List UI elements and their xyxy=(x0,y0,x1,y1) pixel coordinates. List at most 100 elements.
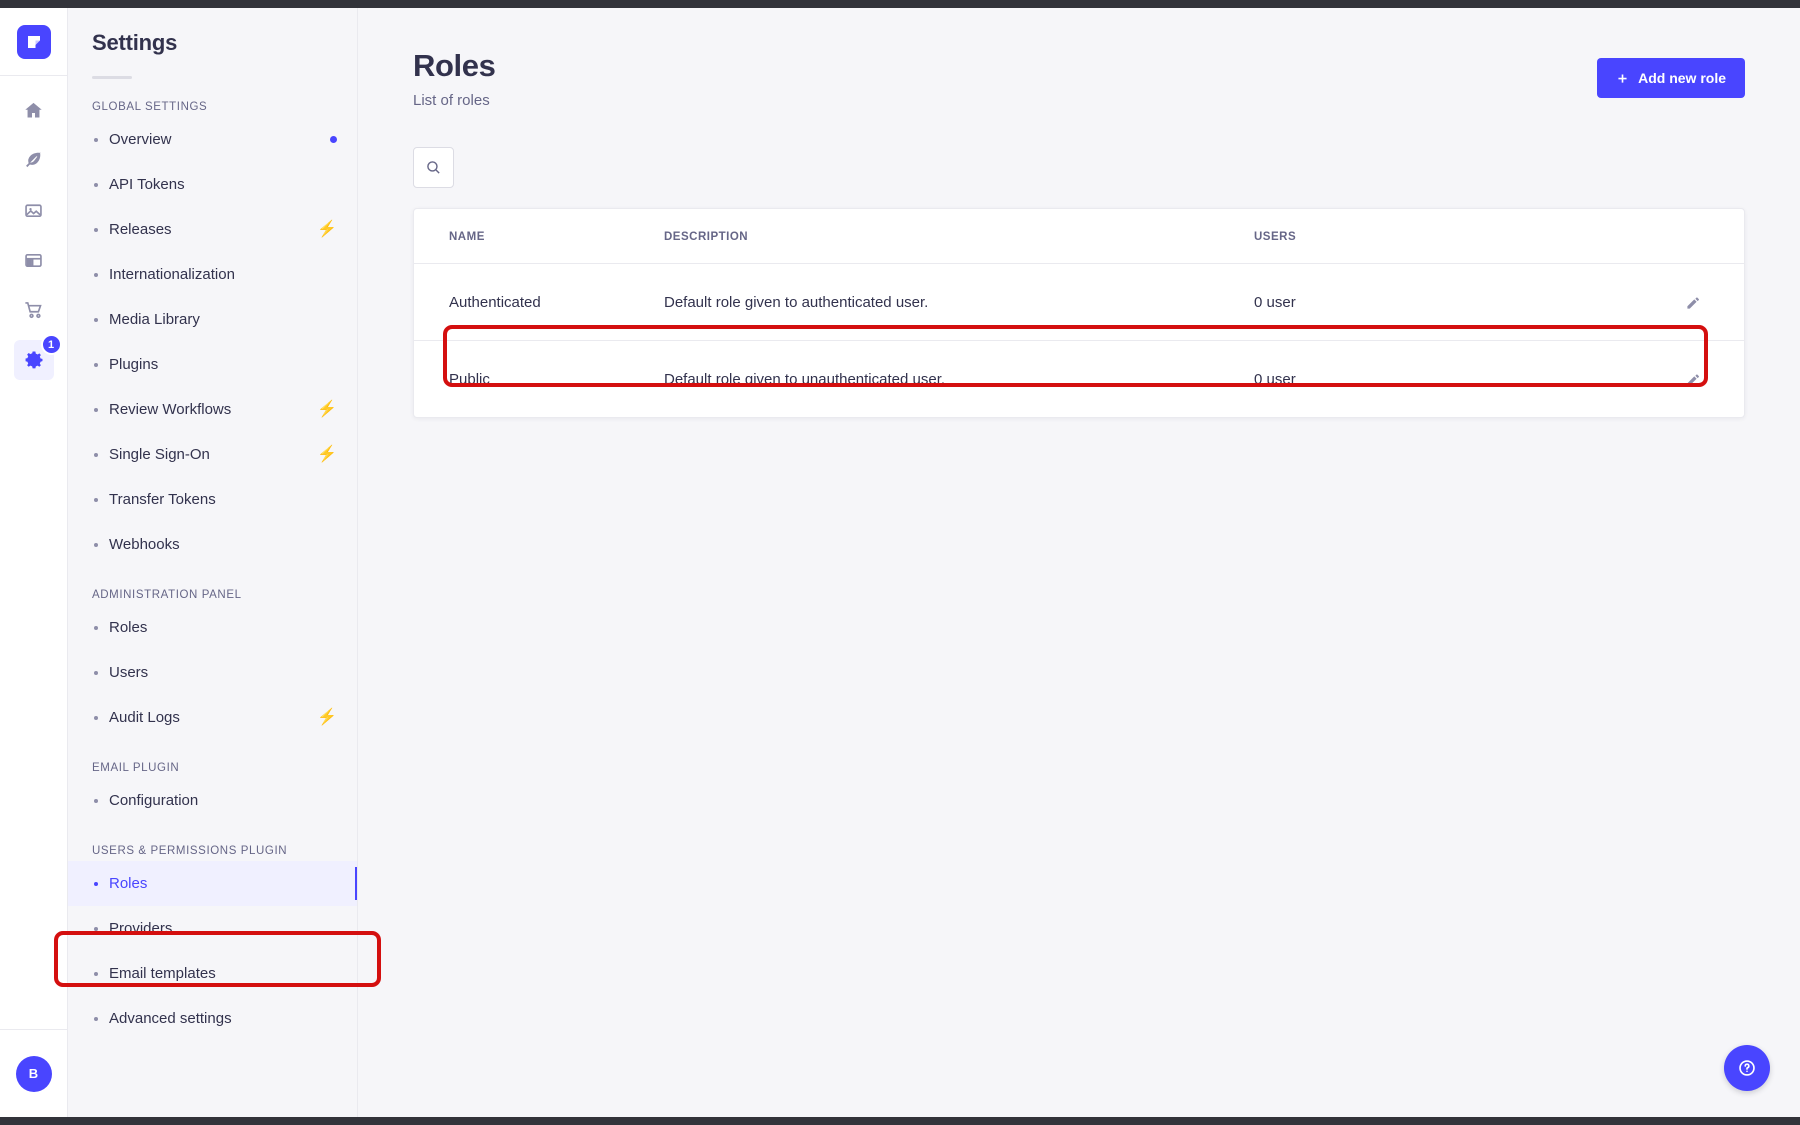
bullet-icon xyxy=(94,362,98,367)
sidebar-item-plugins[interactable]: Plugins xyxy=(68,342,357,387)
role-name-cell: Public xyxy=(449,370,490,388)
bullet-icon xyxy=(94,497,98,502)
home-icon xyxy=(25,102,42,117)
sidebar-item-transfer-tokens[interactable]: Transfer Tokens xyxy=(68,477,357,522)
search-button[interactable] xyxy=(413,147,454,188)
sidebar-item-label: Transfer Tokens xyxy=(109,491,216,508)
sidebar-item-users[interactable]: Users xyxy=(68,650,357,695)
col-header-name: NAME xyxy=(414,209,664,264)
sidebar-section: ADMINISTRATION PANEL Roles Users Audit Logs… xyxy=(68,589,357,740)
sidebar-item-webhooks[interactable]: Webhooks xyxy=(68,522,357,567)
add-new-role-button[interactable]: Add new role xyxy=(1597,58,1745,98)
role-users-cell: 0 user xyxy=(1254,263,1584,341)
page-header: Roles List of roles Add new role xyxy=(413,48,1745,109)
bullet-icon xyxy=(94,407,98,412)
sidebar-item-media-library[interactable]: Media Library xyxy=(68,297,357,342)
sidebar-item-overview[interactable]: Overview xyxy=(68,117,357,162)
nav-marketplace[interactable] xyxy=(14,290,54,330)
sidebar-item-label: Internationalization xyxy=(109,266,235,283)
app-logo[interactable] xyxy=(0,8,67,76)
image-icon xyxy=(25,203,42,217)
col-header-actions xyxy=(1584,209,1744,264)
role-actions-cell xyxy=(1584,263,1744,341)
col-header-description: DESCRIPTION xyxy=(664,209,1254,264)
pencil-edit-icon[interactable] xyxy=(1680,366,1706,392)
sidebar-title: Settings xyxy=(92,30,178,55)
roles-table: NAME DESCRIPTION USERS Authenticated Defa… xyxy=(414,209,1744,417)
col-header-users: USERS xyxy=(1254,209,1584,264)
bullet-icon xyxy=(94,182,98,187)
sidebar-item-label: Plugins xyxy=(109,356,159,373)
avatar[interactable]: B xyxy=(15,1055,52,1092)
sidebar-item-label: Audit Logs xyxy=(109,709,180,726)
page-title: Roles xyxy=(413,48,496,83)
lightning-bolt-icon: ⚡ xyxy=(317,400,337,418)
page-subtitle: List of roles xyxy=(413,92,490,109)
sidebar-section-label: USERS & PERMISSIONS PLUGIN xyxy=(92,845,288,857)
sidebar-item-label: Configuration xyxy=(109,792,199,809)
sidebar-header: Settings xyxy=(68,8,357,79)
table-row[interactable]: Public Default role given to unauthentica… xyxy=(414,341,1744,418)
search-icon xyxy=(427,161,440,174)
sidebar-item-label: Roles xyxy=(109,875,148,892)
shopping-cart-icon xyxy=(24,302,42,319)
nav-settings[interactable]: 1 xyxy=(13,334,62,380)
pencil-edit-icon[interactable] xyxy=(1680,289,1706,315)
sidebar-item-roles[interactable]: Roles xyxy=(68,605,357,650)
sidebar-item-configuration[interactable]: Configuration xyxy=(68,778,357,823)
bullet-icon xyxy=(94,452,98,457)
add-new-role-label: Add new role xyxy=(1638,70,1726,86)
sidebar-item-label: Providers xyxy=(109,920,173,937)
page-header-text: Roles List of roles xyxy=(413,48,496,109)
sidebar-item-label: Overview xyxy=(109,131,172,148)
sidebar-item-label: Email templates xyxy=(109,965,216,982)
help-button[interactable] xyxy=(1724,1045,1770,1091)
nav-content-manager[interactable] xyxy=(14,140,54,180)
rail-items: 1 xyxy=(0,76,67,380)
table-head: NAME DESCRIPTION USERS xyxy=(414,209,1744,264)
bullet-icon xyxy=(94,1016,98,1021)
bullet-icon xyxy=(94,715,98,720)
sidebar-item-label: Roles xyxy=(109,619,148,636)
role-name-cell: Authenticated xyxy=(414,263,664,341)
sidebar-item-label: Users xyxy=(109,664,149,681)
bullet-icon xyxy=(94,272,98,277)
sidebar-item-email-templates[interactable]: Email templates xyxy=(68,951,357,996)
bullet-icon xyxy=(94,542,98,547)
sidebar-item-label: Webhooks xyxy=(109,536,180,553)
bullet-icon xyxy=(94,317,98,322)
table-row[interactable]: Authenticated Default role given to authe… xyxy=(414,263,1744,341)
table-header-row: NAME DESCRIPTION USERS xyxy=(414,209,1744,264)
bullet-icon xyxy=(94,670,98,675)
role-users-cell: 0 user xyxy=(1254,370,1296,388)
sidebar-section-label: GLOBAL SETTINGS xyxy=(92,101,208,113)
sidebar-section-label: ADMINISTRATION PANEL xyxy=(92,589,242,601)
sidebar-item-advanced-settings[interactable]: Advanced settings xyxy=(68,996,357,1041)
sidebar-item-review-workflows[interactable]: Review Workflows ⚡ xyxy=(68,387,357,432)
bullet-icon xyxy=(94,881,98,886)
sidebar-item-releases[interactable]: Releases ⚡ xyxy=(68,207,357,252)
sidebar-sections: GLOBAL SETTINGS Overview API Tokens Release… xyxy=(68,101,357,1041)
sidebar-section: GLOBAL SETTINGS Overview API Tokens Release… xyxy=(68,101,357,567)
sidebar-item-single-sign-on[interactable]: Single Sign-On ⚡ xyxy=(68,432,357,477)
lightning-bolt-icon: ⚡ xyxy=(317,445,337,463)
nav-media-library[interactable] xyxy=(14,190,54,230)
strapi-logo-icon xyxy=(16,24,51,59)
bullet-icon xyxy=(94,971,98,976)
app-window: 1 B Settings GLOBAL SETTINGS Overview API … xyxy=(0,8,1800,1117)
layout-icon xyxy=(25,253,42,267)
sidebar-item-providers[interactable]: Providers xyxy=(68,906,357,951)
sidebar-item-internationalization[interactable]: Internationalization xyxy=(68,252,357,297)
roles-table-card: NAME DESCRIPTION USERS Authenticated Defa… xyxy=(413,208,1745,418)
lightning-bolt-icon: ⚡ xyxy=(317,708,337,726)
sidebar-section: USERS & PERMISSIONS PLUGIN Roles Providers… xyxy=(68,845,357,1041)
sidebar-item-label: Releases xyxy=(109,221,172,238)
nav-content-type-builder[interactable] xyxy=(14,240,54,280)
sidebar-item-api-tokens[interactable]: API Tokens xyxy=(68,162,357,207)
sidebar-item-roles[interactable]: Roles xyxy=(68,861,357,906)
sidebar-item-audit-logs[interactable]: Audit Logs ⚡ xyxy=(68,695,357,740)
question-mark-circle-icon xyxy=(1739,1060,1755,1076)
nav-home[interactable] xyxy=(14,90,54,130)
rail-bottom: B xyxy=(0,1029,67,1117)
sidebar-item-label: API Tokens xyxy=(109,176,185,193)
